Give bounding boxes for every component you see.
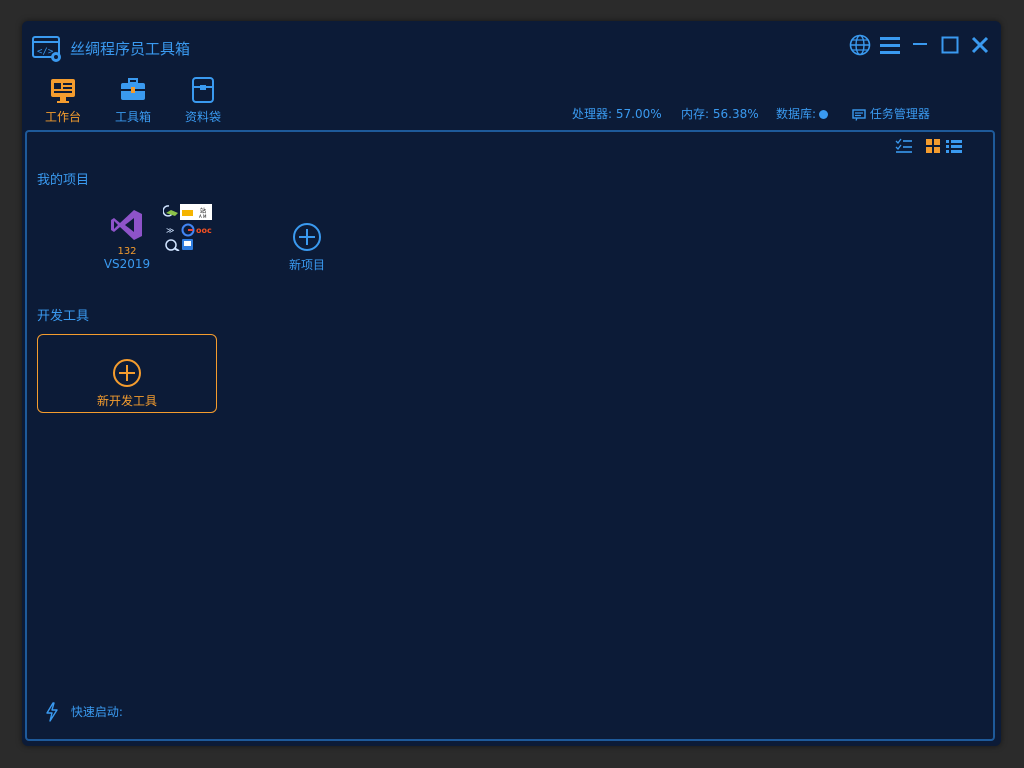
app-logo-icon: </> xyxy=(32,36,61,62)
add-circle-icon xyxy=(293,223,321,251)
database-status: 数据库: xyxy=(776,105,829,122)
nav-bag-label: 资料袋 xyxy=(184,110,221,124)
grid-view-icon xyxy=(926,139,940,153)
project-label: VS2019 xyxy=(103,257,151,271)
svg-text:ooc: ooc xyxy=(196,226,212,235)
grid-view-button[interactable] xyxy=(925,138,941,158)
lightning-icon xyxy=(46,702,58,722)
toolbox-icon xyxy=(121,78,145,100)
dashboard-icon xyxy=(51,79,75,103)
hamburger-menu-icon xyxy=(880,37,900,54)
dev-tools-title: 开发工具 xyxy=(37,309,90,324)
close-button[interactable] xyxy=(968,33,992,57)
svg-text:A M: A M xyxy=(199,214,207,219)
project-vs2019[interactable]: 132 VS2019 xyxy=(97,208,157,271)
quick-launch-label: 快速启动: xyxy=(70,704,123,719)
database-label: 数据库: xyxy=(776,107,817,121)
list-view-button[interactable] xyxy=(945,138,963,158)
list-view-icon xyxy=(946,140,962,153)
nav-workbench-label: 工作台 xyxy=(44,110,81,124)
project-thumbnails[interactable]: 站 A M ≫ ooc xyxy=(162,203,213,252)
checklist-view-button[interactable] xyxy=(895,138,913,158)
bag-icon xyxy=(192,77,214,103)
language-globe-button[interactable] xyxy=(848,33,872,57)
my-projects-title: 我的项目 xyxy=(37,173,90,188)
nav-toolbox-label: 工具箱 xyxy=(114,110,151,124)
nav-toolbox[interactable]: 工具箱 xyxy=(103,76,163,125)
visual-studio-icon xyxy=(111,210,142,240)
add-circle-icon xyxy=(113,359,141,387)
new-project-button[interactable]: 新项目 xyxy=(277,222,337,273)
globe-icon xyxy=(849,34,871,56)
maximize-icon xyxy=(941,36,959,54)
task-manager-button[interactable]: 任务管理器 xyxy=(852,105,930,122)
app-title: 丝绸程序员工具箱 xyxy=(70,40,191,58)
main-content: 我的项目 132 VS2019 站 A M ≫ ooc 新项目 开发工具 新开发… xyxy=(25,130,995,741)
nav-workbench[interactable]: 工作台 xyxy=(33,76,93,125)
memory-usage: 内存: 56.38% xyxy=(681,107,759,121)
close-icon xyxy=(971,36,989,54)
project-count: 132 xyxy=(117,246,137,257)
cpu-usage: 处理器: 57.00% xyxy=(572,107,662,121)
new-dev-tool-label: 新开发工具 xyxy=(96,394,157,408)
task-manager-label: 任务管理器 xyxy=(869,107,930,121)
database-status-dot xyxy=(819,110,829,119)
svg-text:≫: ≫ xyxy=(166,226,174,235)
new-dev-tool-button[interactable]: 新开发工具 xyxy=(37,334,217,413)
maximize-button[interactable] xyxy=(938,33,962,57)
app-window: </> 丝绸程序员工具箱 工作台 工具箱 资料袋 处理器: 57.00% 内存:… xyxy=(22,21,1001,746)
nav-bag[interactable]: 资料袋 xyxy=(173,76,233,125)
new-project-label: 新项目 xyxy=(288,258,325,272)
checklist-icon xyxy=(895,138,912,153)
minimize-icon xyxy=(913,43,927,45)
tool-thumbnails-icon: 站 A M ≫ ooc xyxy=(162,204,212,252)
menu-button[interactable] xyxy=(878,33,902,57)
minimize-button[interactable] xyxy=(908,33,932,57)
task-manager-icon xyxy=(852,108,866,121)
quick-launch[interactable]: 快速启动: xyxy=(45,702,123,722)
